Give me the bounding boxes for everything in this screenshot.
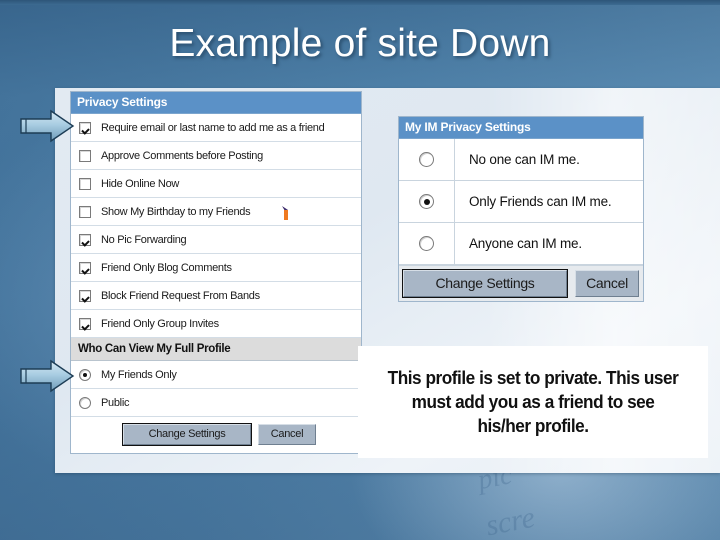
privacy-row-label: No Pic Forwarding bbox=[101, 233, 187, 246]
radio-only-friends-can-im[interactable] bbox=[419, 194, 434, 209]
profile-visibility-label: Public bbox=[101, 396, 130, 409]
annotation-arrow-top bbox=[18, 108, 76, 144]
privacy-button-row: Change Settings Cancel bbox=[71, 417, 361, 453]
annotation-arrow-bottom bbox=[18, 358, 76, 394]
cancel-button[interactable]: Cancel bbox=[258, 424, 316, 445]
slide-canvas: pic scre Example of site Down Privacy Se… bbox=[0, 0, 720, 540]
im-radio-cell[interactable] bbox=[399, 181, 455, 222]
im-cancel-button[interactable]: Cancel bbox=[575, 270, 639, 297]
im-option-row-anyone[interactable]: Anyone can IM me. bbox=[399, 223, 643, 265]
im-radio-cell[interactable] bbox=[399, 139, 455, 180]
privacy-row-label: Friend Only Group Invites bbox=[101, 317, 219, 330]
privacy-settings-header: Privacy Settings bbox=[71, 92, 361, 114]
im-privacy-settings-panel: My IM Privacy Settings No one can IM me.… bbox=[398, 116, 644, 302]
screenshot-region: Privacy Settings Require email or last n… bbox=[55, 88, 720, 473]
slide-top-border bbox=[0, 0, 720, 5]
checkbox-friend-only-blog-comments[interactable] bbox=[79, 261, 91, 274]
checkbox-friend-only-group-invites[interactable] bbox=[79, 317, 91, 330]
privacy-row-label: Show My Birthday to my Friends bbox=[101, 205, 251, 218]
im-option-label: Only Friends can IM me. bbox=[469, 194, 612, 209]
private-profile-notice: This profile is set to private. This use… bbox=[358, 346, 708, 458]
im-option-label: Anyone can IM me. bbox=[469, 236, 582, 251]
im-option-row-no-one[interactable]: No one can IM me. bbox=[399, 139, 643, 181]
privacy-row-show-birthday[interactable]: Show My Birthday to my Friends bbox=[71, 198, 361, 226]
privacy-settings-panel: Privacy Settings Require email or last n… bbox=[70, 91, 362, 454]
privacy-row-label: Hide Online Now bbox=[101, 177, 180, 190]
im-option-row-only-friends[interactable]: Only Friends can IM me. bbox=[399, 181, 643, 223]
privacy-row-label: Require email or last name to add me as … bbox=[101, 121, 325, 134]
privacy-row-no-pic-forwarding[interactable]: No Pic Forwarding bbox=[71, 226, 361, 254]
radio-my-friends-only[interactable] bbox=[79, 368, 91, 381]
profile-visibility-row-public[interactable]: Public bbox=[71, 389, 361, 417]
privacy-row-label: Approve Comments before Posting bbox=[101, 149, 263, 162]
checkbox-hide-online-now[interactable] bbox=[79, 177, 91, 190]
radio-public[interactable] bbox=[79, 396, 91, 409]
checkbox-show-birthday[interactable] bbox=[79, 205, 91, 218]
privacy-row-block-band-requests[interactable]: Block Friend Request From Bands bbox=[71, 282, 361, 310]
notice-line-2: you as a friend to see his/her profile. bbox=[477, 391, 655, 436]
change-settings-button[interactable]: Change Settings bbox=[122, 423, 252, 446]
page-title: Example of site Down bbox=[169, 22, 551, 65]
profile-visibility-row-friends[interactable]: My Friends Only bbox=[71, 361, 361, 389]
checkbox-block-band-requests[interactable] bbox=[79, 289, 91, 302]
privacy-row-hide-online-now[interactable]: Hide Online Now bbox=[71, 170, 361, 198]
checkbox-require-email[interactable] bbox=[79, 121, 91, 134]
privacy-row-friend-only-group-invites[interactable]: Friend Only Group Invites bbox=[71, 310, 361, 338]
im-change-settings-button[interactable]: Change Settings bbox=[402, 269, 568, 298]
privacy-row-friend-only-blog-comments[interactable]: Friend Only Blog Comments bbox=[71, 254, 361, 282]
private-profile-notice-text: This profile is set to private. This use… bbox=[385, 366, 681, 437]
who-can-view-subheader: Who Can View My Full Profile bbox=[71, 338, 361, 361]
privacy-row-label: Block Friend Request From Bands bbox=[101, 289, 260, 302]
privacy-row-require-email[interactable]: Require email or last name to add me as … bbox=[71, 114, 361, 142]
privacy-row-label: Friend Only Blog Comments bbox=[101, 261, 232, 274]
profile-visibility-label: My Friends Only bbox=[101, 368, 177, 381]
radio-anyone-can-im[interactable] bbox=[419, 236, 434, 251]
privacy-row-approve-comments[interactable]: Approve Comments before Posting bbox=[71, 142, 361, 170]
im-radio-cell[interactable] bbox=[399, 223, 455, 264]
checkbox-approve-comments[interactable] bbox=[79, 149, 91, 162]
checkbox-no-pic-forwarding[interactable] bbox=[79, 233, 91, 246]
im-privacy-header: My IM Privacy Settings bbox=[399, 117, 643, 139]
im-button-row: Change Settings Cancel bbox=[399, 265, 643, 301]
im-option-label: No one can IM me. bbox=[469, 152, 580, 167]
radio-no-one-can-im[interactable] bbox=[419, 152, 434, 167]
cursor-marker-icon bbox=[281, 205, 291, 221]
